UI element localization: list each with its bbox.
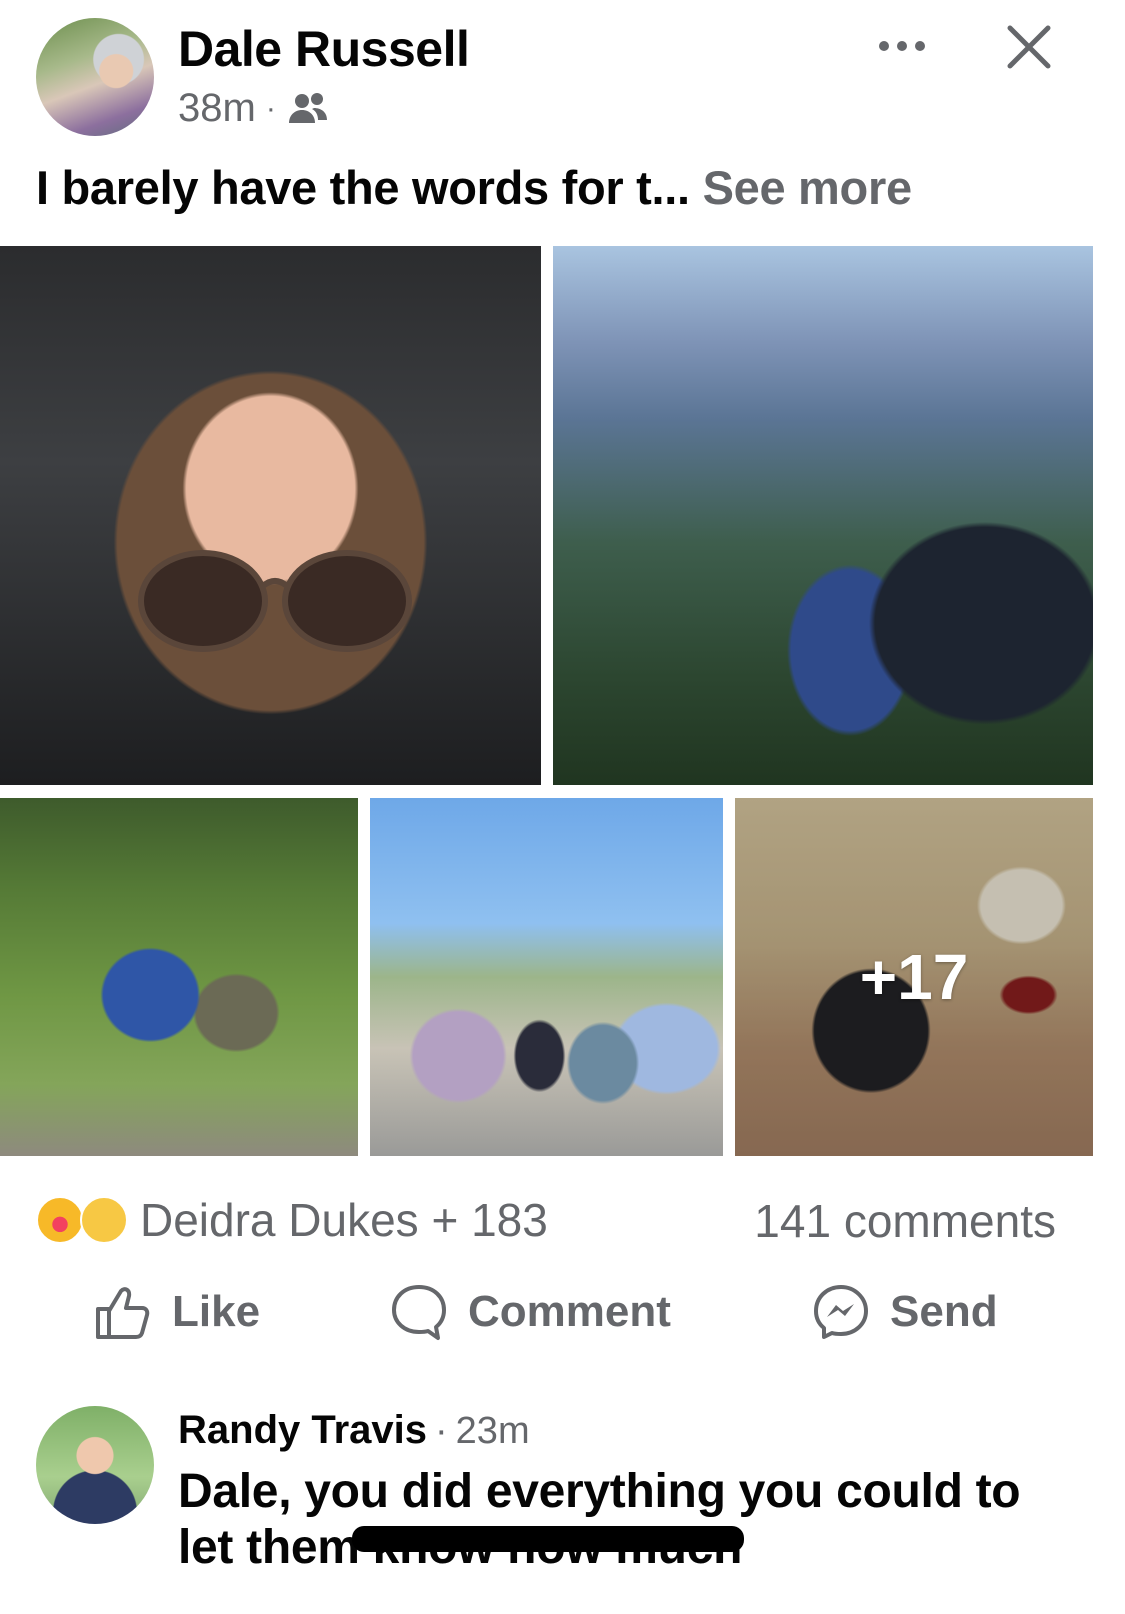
comment-label: Comment — [468, 1287, 671, 1336]
comments-count[interactable]: 141 comments — [754, 1194, 1056, 1248]
comment-button[interactable]: Comment — [390, 1272, 671, 1352]
post-time[interactable]: 38m — [178, 86, 256, 131]
more-options-icon[interactable] — [876, 28, 928, 64]
post-header: Dale Russell 38m · — [0, 0, 1125, 150]
comment-time: 23m — [455, 1410, 530, 1452]
post-text: I barely have the words for t... See mor… — [36, 160, 912, 215]
commenter-name[interactable]: Randy Travis — [178, 1408, 427, 1453]
post-photo-5[interactable]: +17 — [735, 798, 1093, 1156]
author-avatar[interactable] — [36, 18, 154, 136]
post-action-bar: Like Comment Send — [0, 1272, 1125, 1352]
redaction-bar — [352, 1526, 744, 1552]
send-button[interactable]: Send — [812, 1272, 998, 1352]
post-photo-1[interactable] — [0, 246, 541, 785]
thumbs-up-icon — [96, 1287, 150, 1339]
reaction-icons — [36, 1192, 132, 1248]
comment-bubble-icon — [392, 1285, 446, 1340]
sunglasses-graphic — [138, 550, 412, 652]
send-label: Send — [890, 1287, 998, 1336]
comment-header: Randy Travis · 23m — [178, 1408, 530, 1453]
close-icon[interactable] — [1004, 22, 1054, 72]
care-reaction-icon — [36, 1196, 84, 1244]
author-name[interactable]: Dale Russell — [178, 20, 470, 78]
post-text-body: I barely have the words for t... — [36, 161, 690, 214]
reactions-summary[interactable]: Deidra Dukes + 183 141 comments — [36, 1190, 1056, 1250]
like-label: Like — [172, 1287, 261, 1336]
post-photo-2[interactable] — [553, 246, 1093, 785]
reactors-text[interactable]: Deidra Dukes + 183 — [140, 1193, 548, 1247]
commenter-avatar[interactable] — [36, 1406, 154, 1524]
friends-icon — [288, 92, 327, 123]
post-photo-4[interactable] — [370, 798, 723, 1156]
sad-reaction-icon — [80, 1196, 128, 1244]
more-photos-count[interactable]: +17 — [735, 798, 1093, 1156]
like-button[interactable]: Like — [94, 1272, 260, 1352]
messenger-icon — [814, 1285, 868, 1339]
comment-text: Dale, you did everything you could to le… — [178, 1465, 1021, 1574]
comment-separator: · — [435, 1410, 448, 1452]
meta-separator: · — [265, 91, 276, 125]
see-more-link[interactable]: See more — [703, 161, 913, 214]
post-photo-3[interactable] — [0, 798, 358, 1156]
post-meta: 38m · — [178, 86, 330, 131]
comment-item: Randy Travis · 23m Dale, you did everyth… — [0, 1400, 1125, 1614]
